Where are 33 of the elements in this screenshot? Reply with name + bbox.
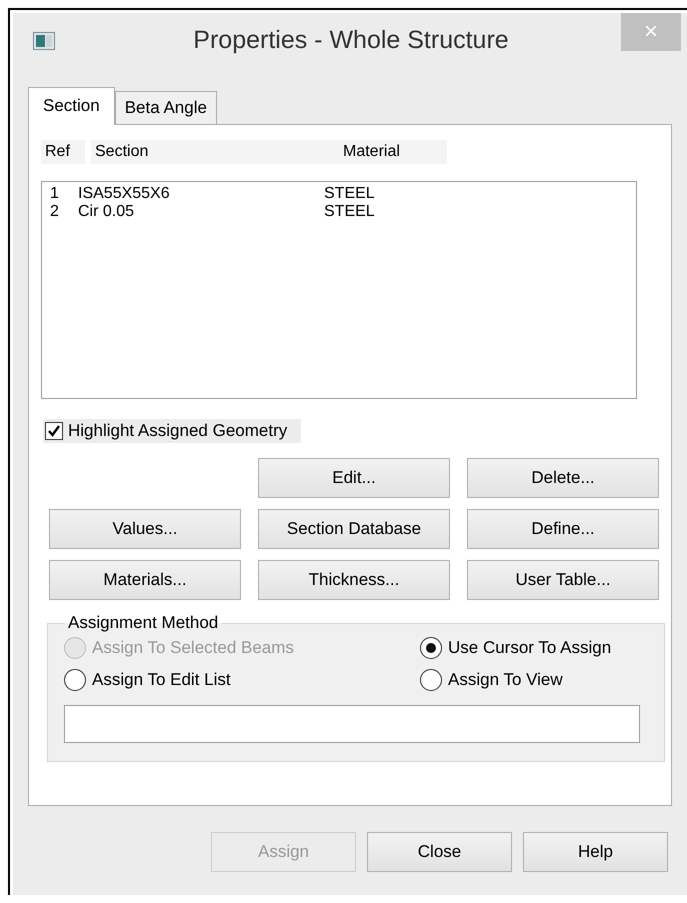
table-cell-text: Cir 0.05	[78, 203, 136, 221]
column-header: Section	[91, 140, 339, 164]
group-title: Assignment Method	[67, 613, 220, 633]
action-button[interactable]: Values...	[49, 509, 241, 549]
table-cell-text: ISA55X55X6	[78, 185, 171, 203]
input-field[interactable]	[64, 705, 640, 743]
radio-button[interactable]	[420, 637, 442, 659]
table-cell-text: 2	[50, 203, 60, 221]
table-cell-text: STEEL	[324, 203, 376, 221]
action-button[interactable]: Define...	[467, 509, 659, 549]
action-button[interactable]: Thickness...	[258, 560, 450, 600]
footer-button[interactable]: Close	[367, 832, 512, 872]
table-cell-text: 1	[50, 185, 60, 203]
tab[interactable]: Beta Angle	[114, 91, 217, 124]
radio-option[interactable]: Assign To Edit List	[64, 669, 420, 691]
table-cell-text: STEEL	[324, 185, 376, 203]
action-button[interactable]: Delete...	[467, 458, 659, 498]
action-button[interactable]: Edit...	[258, 458, 450, 498]
radio-button[interactable]	[64, 669, 86, 691]
action-button[interactable]: Section Database	[258, 509, 450, 549]
radio-button[interactable]	[420, 669, 442, 691]
highlight-checkbox[interactable]: Highlight Assigned Geometry	[43, 419, 302, 443]
radio-option[interactable]: Assign To View	[420, 669, 650, 691]
tab[interactable]: Section	[28, 87, 115, 125]
radio-option[interactable]: Use Cursor To Assign	[420, 637, 650, 659]
checkbox[interactable]	[45, 422, 63, 440]
action-button[interactable]: Materials...	[49, 560, 241, 600]
window-title: Properties - Whole Structure	[192, 26, 510, 55]
window-icon	[33, 32, 55, 50]
column-header: Material	[339, 140, 447, 164]
action-button[interactable]: User Table...	[467, 560, 659, 600]
footer-button[interactable]: Help	[523, 832, 668, 872]
column-header: Ref	[41, 140, 85, 164]
